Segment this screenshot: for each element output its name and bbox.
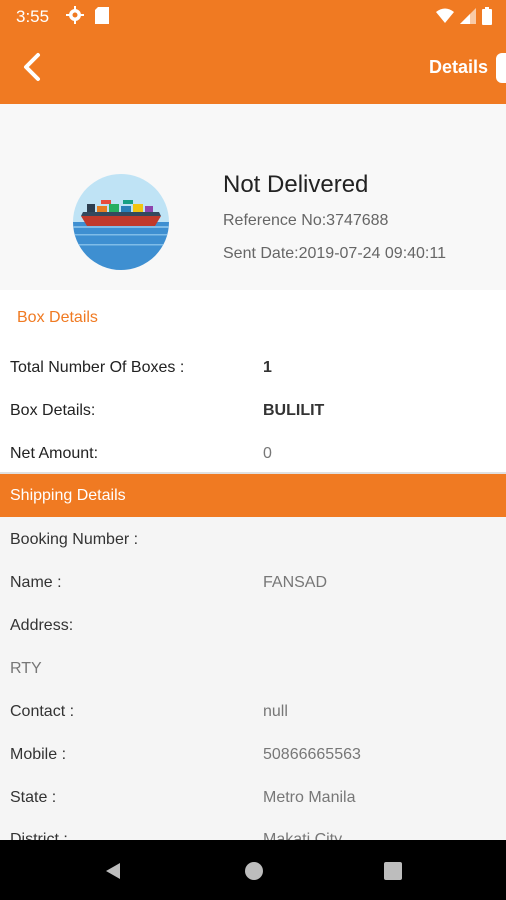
address-row: Address: [0,617,506,647]
box-details-value: BULILIT [263,402,325,419]
nav-home-icon[interactable] [245,862,263,880]
title-tab-edge [496,53,506,83]
nav-back-icon[interactable] [104,862,122,885]
district-row: District : Makati City [0,831,506,840]
total-boxes-label: Total Number Of Boxes : [10,359,185,376]
booking-number-row: Booking Number : [0,531,506,561]
shipping-details-header: Shipping Details [0,474,506,517]
cargo-ship-image [73,174,169,270]
mobile-value: 50866665563 [263,746,361,763]
reference-number: Reference No:3747688 [223,212,389,229]
name-label: Name : [10,574,62,591]
sent-date: Sent Date:2019-07-24 09:40:11 [223,245,446,262]
app-bar: Details [0,33,506,104]
net-amount-row: Net Amount: 0 [0,445,506,475]
total-boxes-row: Total Number Of Boxes : 1 [0,359,506,389]
state-value: Metro Manila [263,789,356,806]
back-arrow-icon [24,53,40,81]
system-nav-bar [0,840,506,900]
address-line-text: RTY [10,660,42,677]
state-label: State : [10,789,57,806]
state-row: State : Metro Manila [0,789,506,819]
district-value: Makati City [263,831,343,840]
page-title: Details [428,57,488,77]
back-button[interactable] [14,49,50,85]
booking-number-label: Booking Number : [10,531,139,548]
status-time: 3:55 [16,7,50,26]
status-bar: 3:55 [0,0,506,33]
name-row: Name : FANSAD [0,574,506,604]
mobile-row: Mobile : 50866665563 [0,746,506,776]
box-details-row: Box Details: BULILIT [0,402,506,432]
signal-icon [460,8,476,29]
box-details-header: Box Details [17,309,98,326]
contact-value: null [263,703,288,720]
settings-gear-icon [66,6,84,29]
contact-label: Contact : [10,703,75,720]
wifi-icon [436,8,454,29]
battery-icon [482,7,492,30]
total-boxes-value: 1 [263,359,272,376]
box-details-label: Box Details: [10,402,96,419]
status-right-icons [436,7,492,30]
name-value: FANSAD [263,574,328,591]
mobile-label: Mobile : [10,746,67,763]
district-label: District : [10,831,68,840]
nav-recents-icon[interactable] [384,862,402,880]
sd-card-icon [95,7,109,29]
net-amount-value: 0 [263,445,272,462]
contact-row: Contact : null [0,703,506,733]
delivery-status: Not Delivered [223,171,369,198]
address-line-row: RTY [0,660,506,690]
shipping-details-list[interactable]: Booking Number : Name : FANSAD Address: … [0,517,506,840]
shipping-details-title: Shipping Details [10,487,126,504]
net-amount-label: Net Amount: [10,445,99,462]
address-label: Address: [10,617,74,634]
shipment-summary-card: Not Delivered Reference No:3747688 Sent … [0,104,506,290]
